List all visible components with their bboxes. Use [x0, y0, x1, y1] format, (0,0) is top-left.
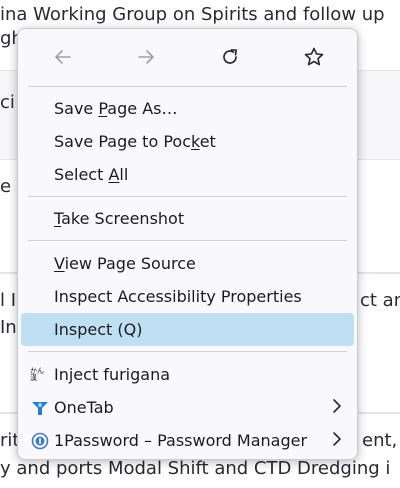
menu-separator: [28, 86, 347, 87]
menu-item-label: Take Screenshot: [54, 209, 185, 228]
menu-item-label: Save Page to Pocket: [54, 132, 216, 151]
bg-text-line: ci: [0, 92, 15, 113]
bg-text-line: e: [0, 176, 12, 197]
menu-item-label: OneTab: [54, 398, 114, 417]
onetab-icon: [30, 398, 50, 418]
inject-furigana-item[interactable]: かん漢 Inject furigana: [21, 358, 354, 391]
inspect-accessibility-item[interactable]: Inspect Accessibility Properties: [21, 280, 354, 313]
reload-button[interactable]: [215, 43, 245, 71]
arrow-right-icon: [138, 50, 154, 64]
furigana-icon-text: かん漢: [30, 366, 44, 382]
save-page-as-item[interactable]: Save Page As…: [21, 92, 354, 125]
chevron-right-icon: [332, 398, 342, 417]
bg-text-line: In: [0, 317, 17, 338]
forward-button[interactable]: [131, 43, 161, 71]
menu-separator: [28, 351, 347, 352]
menu-item-label: View Page Source: [54, 254, 196, 273]
navigation-row: [18, 29, 357, 85]
furigana-icon: かん漢: [30, 365, 50, 385]
menu-item-label: Inspect Accessibility Properties: [54, 287, 302, 306]
onetab-item[interactable]: OneTab: [21, 391, 354, 424]
onepassword-icon: [30, 431, 50, 451]
view-page-source-item[interactable]: View Page Source: [21, 247, 354, 280]
menu-item-label: Inject furigana: [54, 365, 171, 384]
save-to-pocket-item[interactable]: Save Page to Pocket: [21, 125, 354, 158]
menu-separator: [28, 240, 347, 241]
inspect-item[interactable]: Inspect (Q): [21, 313, 354, 346]
reload-icon: [223, 48, 238, 64]
menu-item-label: Inspect (Q): [54, 320, 143, 339]
menu-item-label: Select All: [54, 165, 129, 184]
menu-item-label: Save Page As…: [54, 99, 178, 118]
take-screenshot-item[interactable]: Take Screenshot: [21, 202, 354, 235]
star-icon: [304, 47, 324, 66]
bg-text-line: ent,: [362, 430, 398, 451]
back-button[interactable]: [48, 43, 78, 71]
bg-text-line: ct an: [360, 290, 400, 311]
bg-text-line: y and ports Modal Shift and CTD Dredging…: [0, 458, 391, 479]
arrow-left-icon: [55, 50, 71, 64]
menu-separator: [28, 196, 347, 197]
onepassword-item[interactable]: 1Password – Password Manager: [21, 424, 354, 457]
menu-item-label: 1Password – Password Manager: [54, 431, 308, 450]
bg-text-line: l I: [0, 290, 17, 311]
bookmark-button[interactable]: [299, 43, 329, 71]
context-menu: Save Page As… Save Page to Pocket Select…: [17, 28, 358, 460]
chevron-right-icon: [332, 431, 342, 450]
bg-text-line: ina Working Group on Spirits and follow …: [0, 4, 385, 25]
select-all-item[interactable]: Select All: [21, 158, 354, 191]
